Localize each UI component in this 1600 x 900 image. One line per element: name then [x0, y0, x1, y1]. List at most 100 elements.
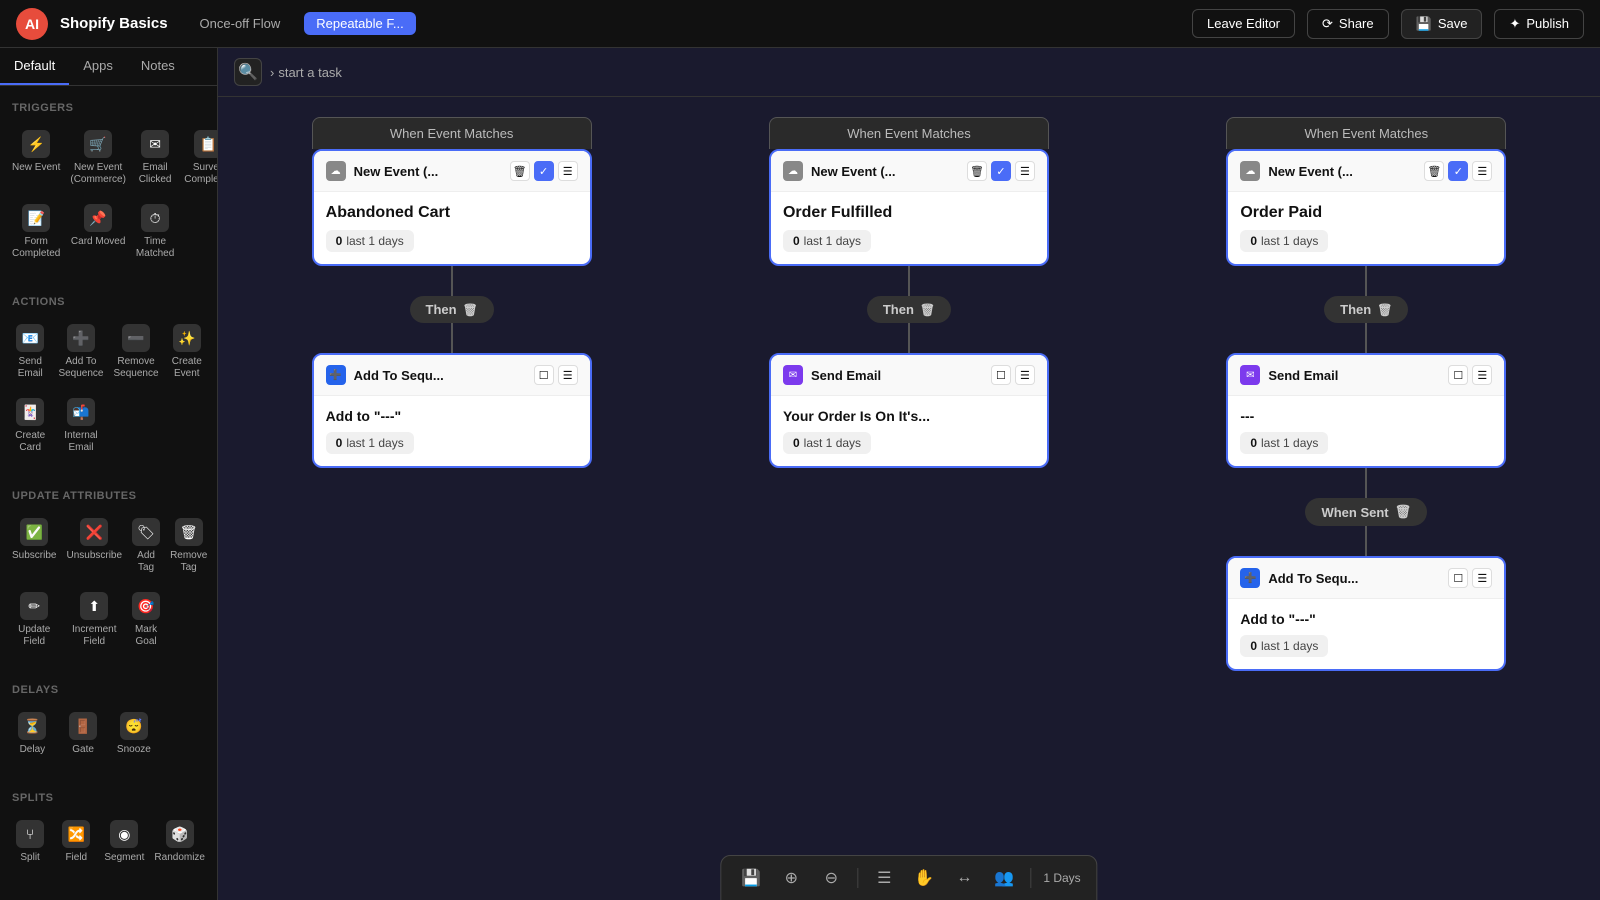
then-badge-3[interactable]: Then 🗑: [1324, 296, 1408, 323]
sidebar-item-mark-goal[interactable]: 🎯 Mark Goal: [128, 584, 164, 656]
sidebar-item-send-email[interactable]: 📧 Send Email: [8, 316, 52, 388]
snooze-label: Snooze: [117, 744, 151, 756]
trigger-card-2-body: Order Fulfilled 0 last 1 days: [771, 192, 1047, 264]
sidebar-item-new-event-commerce[interactable]: 🛒 New Event (Commerce): [66, 122, 130, 194]
when-sent-connector: When Sent 🗑: [1305, 468, 1427, 556]
sidebar-item-form-completed[interactable]: 📝 Form Completed: [8, 196, 64, 268]
sidebar-item-email-clicked[interactable]: ✉ Email Clicked: [132, 122, 178, 194]
action-3-check[interactable]: ☐: [1448, 365, 1468, 385]
sidebar-item-unsubscribe[interactable]: ❌ Unsubscribe: [62, 510, 126, 582]
sidebar-tab-default[interactable]: Default: [0, 48, 69, 85]
sub-action-3-check[interactable]: ☐: [1448, 568, 1468, 588]
then-connector-2: Then 🗑: [867, 266, 951, 353]
sidebar-item-delay[interactable]: ⏳ Delay: [8, 704, 57, 764]
sidebar-item-randomize[interactable]: 🎲 Randomize: [150, 812, 209, 872]
action-card-1-actions: ☐ ☰: [534, 365, 578, 385]
trigger-3-menu[interactable]: ☰: [1472, 161, 1492, 181]
toolbar-people-btn[interactable]: 👥: [990, 864, 1018, 892]
tab-once-off[interactable]: Once-off Flow: [188, 12, 293, 35]
sidebar-item-field[interactable]: 🔀 Field: [54, 812, 98, 872]
trigger-2-menu[interactable]: ☰: [1015, 161, 1035, 181]
tab-repeatable[interactable]: Repeatable F...: [304, 12, 415, 35]
when-sent-badge[interactable]: When Sent 🗑: [1305, 498, 1427, 526]
trigger-3-delete[interactable]: 🗑: [1424, 161, 1444, 181]
trigger-card-1[interactable]: ☁ New Event (... 🗑 ✓ ☰ Abandoned Cart: [312, 149, 592, 266]
action-card-2[interactable]: ✉ Send Email ☐ ☰ Your Order Is On It's..…: [769, 353, 1049, 468]
leave-editor-button[interactable]: Leave Editor: [1192, 9, 1295, 38]
trigger-stat-1: 0 last 1 days: [326, 230, 414, 252]
toolbar-hand-btn[interactable]: ✋: [910, 864, 938, 892]
toolbar-zoom-out-icon: ⊖: [825, 868, 838, 888]
trigger-title-2: New Event (...: [811, 164, 959, 179]
toolbar-arrows-btn[interactable]: ↔: [950, 864, 978, 892]
sidebar-item-add-tag[interactable]: 🏷 Add Tag: [128, 510, 164, 582]
sidebar-item-new-event[interactable]: ⚡ New Event: [8, 122, 64, 194]
subscribe-icon: ✅: [20, 518, 48, 546]
toolbar-zoom-out-btn[interactable]: ⊖: [817, 864, 845, 892]
then-badge-2[interactable]: Then 🗑: [867, 296, 951, 323]
trigger-2-delete[interactable]: 🗑: [967, 161, 987, 181]
flow-column-3: When Event Matches ☁ New Event (... 🗑 ✓ …: [1153, 117, 1580, 671]
trigger-1-menu[interactable]: ☰: [558, 161, 578, 181]
sidebar-item-add-to-sequence[interactable]: ➕ Add To Sequence: [54, 316, 107, 388]
toolbar-zoom-in-btn[interactable]: ⊕: [777, 864, 805, 892]
sidebar-item-segment[interactable]: ◉ Segment: [100, 812, 148, 872]
action-1-check[interactable]: ☐: [534, 365, 554, 385]
sidebar-item-create-card[interactable]: 🃏 Create Card: [8, 390, 52, 462]
action-2-check[interactable]: ☐: [991, 365, 1011, 385]
sidebar-item-subscribe[interactable]: ✅ Subscribe: [8, 510, 60, 582]
trigger-card-3-actions: 🗑 ✓ ☰: [1424, 161, 1492, 181]
sidebar-item-card-moved[interactable]: 📌 Card Moved: [66, 196, 130, 268]
trigger-1-delete[interactable]: 🗑: [510, 161, 530, 181]
sidebar-item-survey-completed[interactable]: 📋 Survey Completed: [180, 122, 218, 194]
then-badge-1[interactable]: Then 🗑: [410, 296, 494, 323]
flow-columns: When Event Matches ☁ New Event (... 🗑 ✓ …: [238, 117, 1580, 671]
sidebar-item-gate[interactable]: 🚪 Gate: [59, 704, 108, 764]
publish-button[interactable]: ✦ Publish: [1494, 9, 1584, 39]
action-2-menu[interactable]: ☰: [1015, 365, 1035, 385]
sidebar-item-increment-field[interactable]: ⬆ Increment Field: [62, 584, 126, 656]
sub-action-title-3: Add To Sequ...: [1268, 571, 1440, 586]
then-trash-1[interactable]: 🗑: [463, 303, 478, 317]
action-card-1[interactable]: ➕ Add To Sequ... ☐ ☰ Add to "---" 0 l: [312, 353, 592, 468]
sub-action-3-menu[interactable]: ☰: [1472, 568, 1492, 588]
gate-icon: 🚪: [69, 712, 97, 740]
trigger-card-3[interactable]: ☁ New Event (... 🗑 ✓ ☰ Order Paid 0: [1226, 149, 1506, 266]
search-button[interactable]: 🔍: [234, 58, 262, 86]
email-clicked-icon: ✉: [141, 130, 169, 158]
sidebar-item-internal-email[interactable]: 📬 Internal Email: [54, 390, 107, 462]
trigger-card-1-body: Abandoned Cart 0 last 1 days: [314, 192, 590, 264]
sidebar-tab-notes[interactable]: Notes: [127, 48, 189, 85]
trigger-card-2[interactable]: ☁ New Event (... 🗑 ✓ ☰ Order Fulfilled: [769, 149, 1049, 266]
action-3-menu[interactable]: ☰: [1472, 365, 1492, 385]
triggers-title: Triggers: [0, 94, 217, 118]
sidebar-item-create-event[interactable]: ✨ Create Event: [165, 316, 209, 388]
action-card-3[interactable]: ✉ Send Email ☐ ☰ --- 0 last 1 days: [1226, 353, 1506, 468]
sidebar-item-remove-tag[interactable]: 🗑 Remove Tag: [166, 510, 211, 582]
flow-canvas: 🔍 › start a task When Event Matches ☁ Ne…: [218, 48, 1600, 900]
trigger-2-check[interactable]: ✓: [991, 161, 1011, 181]
then-trash-2[interactable]: 🗑: [920, 303, 935, 317]
trigger-3-check[interactable]: ✓: [1448, 161, 1468, 181]
sidebar-item-update-field[interactable]: ✏ Update Field: [8, 584, 60, 656]
sidebar-item-remove-sequence[interactable]: ➖ Remove Sequence: [110, 316, 163, 388]
sidebar-tab-apps[interactable]: Apps: [69, 48, 127, 85]
unsubscribe-label: Unsubscribe: [66, 550, 122, 562]
share-button[interactable]: ⟳ Share: [1307, 9, 1389, 39]
action-card-1-body: Add to "---" 0 last 1 days: [314, 396, 590, 466]
toolbar-save-btn[interactable]: 💾: [737, 864, 765, 892]
flow-content-area[interactable]: When Event Matches ☁ New Event (... 🗑 ✓ …: [218, 97, 1600, 900]
sub-action-card-3[interactable]: ➕ Add To Sequ... ☐ ☰ Add to "---" 0 l: [1226, 556, 1506, 671]
then-trash-3[interactable]: 🗑: [1377, 303, 1392, 317]
toolbar-list-btn[interactable]: ☰: [870, 864, 898, 892]
action-1-menu[interactable]: ☰: [558, 365, 578, 385]
save-button[interactable]: 💾 Save: [1401, 9, 1483, 39]
sidebar-item-time-matched[interactable]: ⏱ Time Matched: [132, 196, 178, 268]
action-title-3: Send Email: [1268, 368, 1440, 383]
time-matched-label: Time Matched: [136, 236, 174, 260]
when-sent-trash[interactable]: 🗑: [1395, 504, 1412, 520]
sidebar-item-split[interactable]: ⑂ Split: [8, 812, 52, 872]
then-connector-3: Then 🗑: [1324, 266, 1408, 353]
trigger-1-check[interactable]: ✓: [534, 161, 554, 181]
sidebar-item-snooze[interactable]: 😴 Snooze: [110, 704, 159, 764]
